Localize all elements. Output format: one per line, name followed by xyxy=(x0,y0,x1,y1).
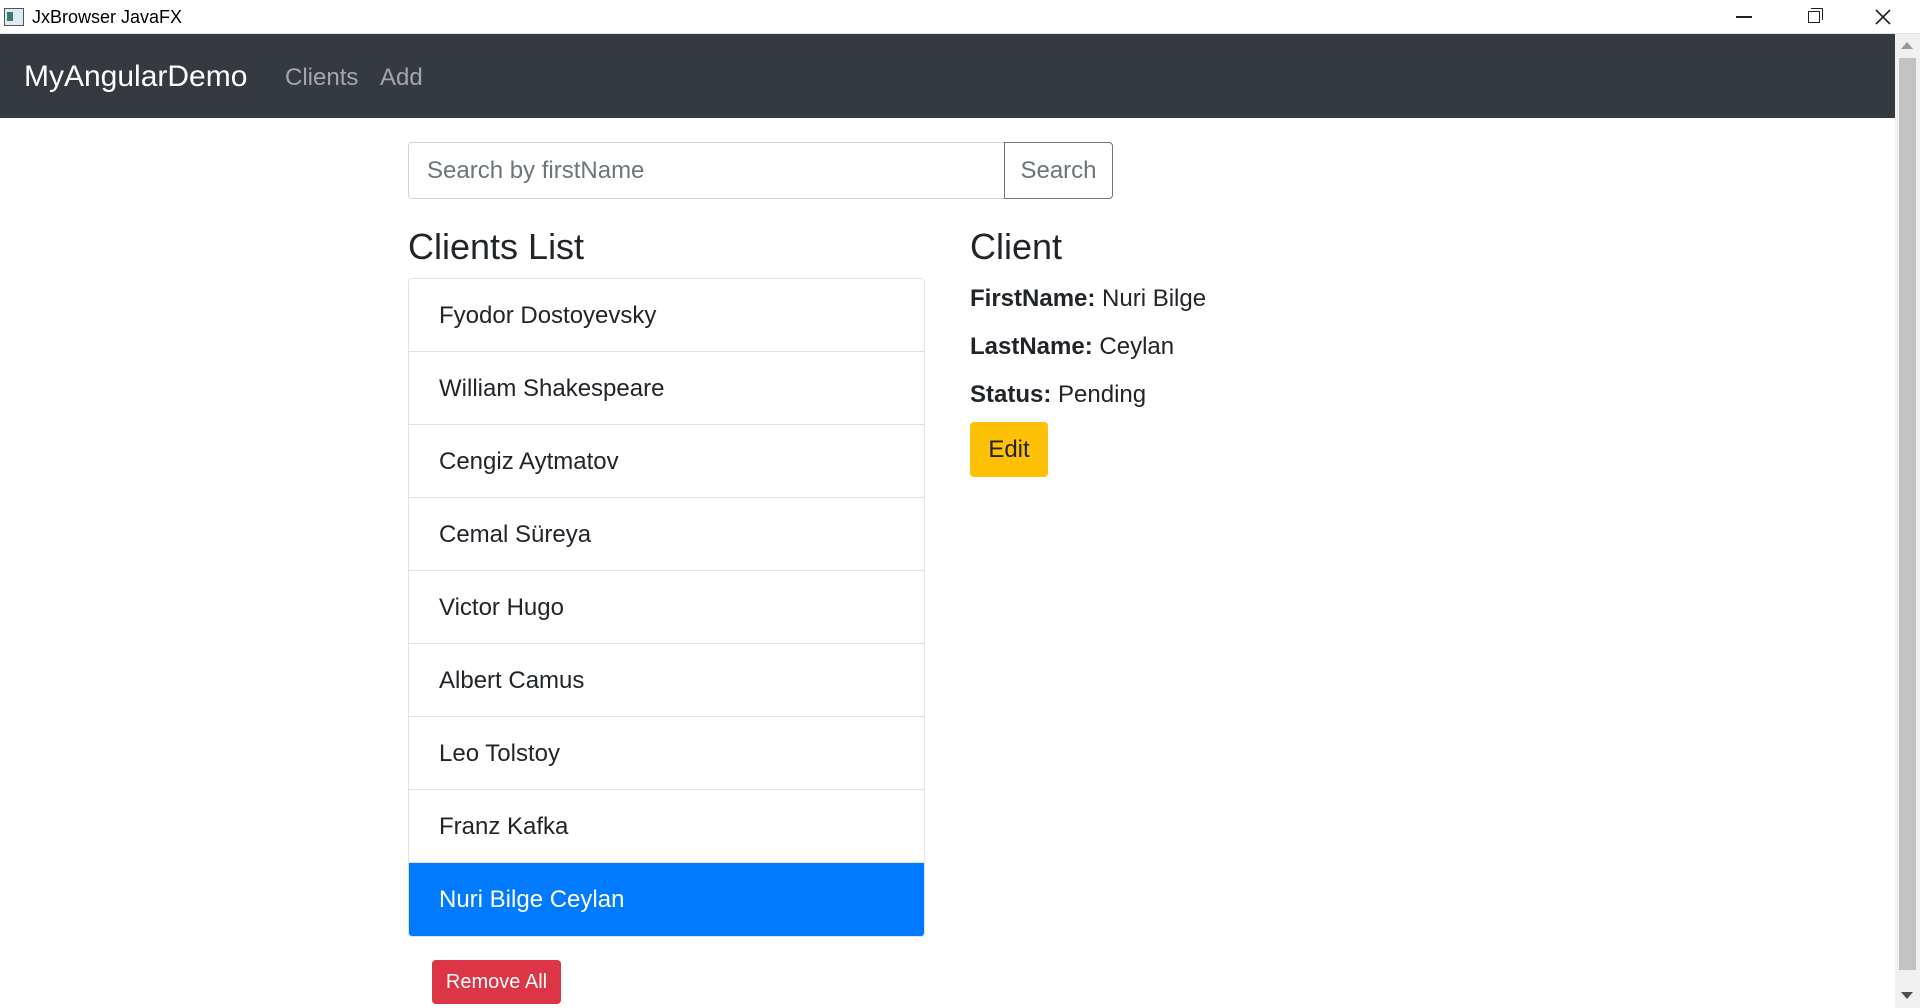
client-list-item-active[interactable]: Nuri Bilge Ceylan xyxy=(409,863,924,936)
close-button[interactable] xyxy=(1848,0,1918,34)
clients-list: Fyodor Dostoyevsky William Shakespeare C… xyxy=(408,278,925,937)
last-name-value: Ceylan xyxy=(1099,333,1175,360)
client-list-item[interactable]: Leo Tolstoy xyxy=(409,717,924,790)
client-list-item[interactable]: Cengiz Aytmatov xyxy=(409,425,924,498)
client-first-name: FirstName: Nuri Bilge xyxy=(970,285,1206,313)
client-list-item[interactable]: Franz Kafka xyxy=(409,790,924,863)
status-label: Status: xyxy=(970,381,1052,408)
client-status: Status: Pending xyxy=(970,381,1146,409)
nav-link-add[interactable]: Add xyxy=(380,64,423,92)
navbar: MyAngularDemo Clients Add xyxy=(0,34,1895,118)
first-name-label: FirstName: xyxy=(970,285,1096,312)
client-list-item[interactable]: Cemal Süreya xyxy=(409,498,924,571)
client-detail-title: Client xyxy=(970,226,1063,267)
vertical-scrollbar[interactable] xyxy=(1895,34,1920,1008)
nav-link-clients[interactable]: Clients xyxy=(285,64,358,92)
status-value: Pending xyxy=(1058,381,1147,408)
last-name-label: LastName: xyxy=(970,333,1093,360)
maximize-button[interactable] xyxy=(1778,0,1848,34)
minimize-button[interactable] xyxy=(1708,0,1778,34)
navbar-brand[interactable]: MyAngularDemo xyxy=(24,60,247,94)
search-input[interactable] xyxy=(408,142,1005,199)
client-list-item[interactable]: Fyodor Dostoyevsky xyxy=(409,279,924,352)
scrollbar-thumb[interactable] xyxy=(1899,58,1916,970)
app-icon xyxy=(4,8,24,26)
scroll-down-arrow-icon[interactable] xyxy=(1901,992,1913,999)
window-titlebar: JxBrowser JavaFX xyxy=(0,0,1920,34)
client-list-item[interactable]: Victor Hugo xyxy=(409,571,924,644)
clients-list-title: Clients List xyxy=(408,226,585,267)
window-title: JxBrowser JavaFX xyxy=(32,7,183,27)
client-last-name: LastName: Ceylan xyxy=(970,333,1174,361)
scroll-up-arrow-icon[interactable] xyxy=(1901,42,1913,49)
minimize-icon xyxy=(1736,16,1752,18)
close-icon xyxy=(1873,9,1893,32)
edit-button[interactable]: Edit xyxy=(970,422,1048,477)
remove-all-button[interactable]: Remove All xyxy=(432,960,561,1004)
client-list-item[interactable]: William Shakespeare xyxy=(409,352,924,425)
search-button[interactable]: Search xyxy=(1004,142,1113,199)
first-name-value: Nuri Bilge xyxy=(1102,285,1207,312)
client-list-item[interactable]: Albert Camus xyxy=(409,644,924,717)
